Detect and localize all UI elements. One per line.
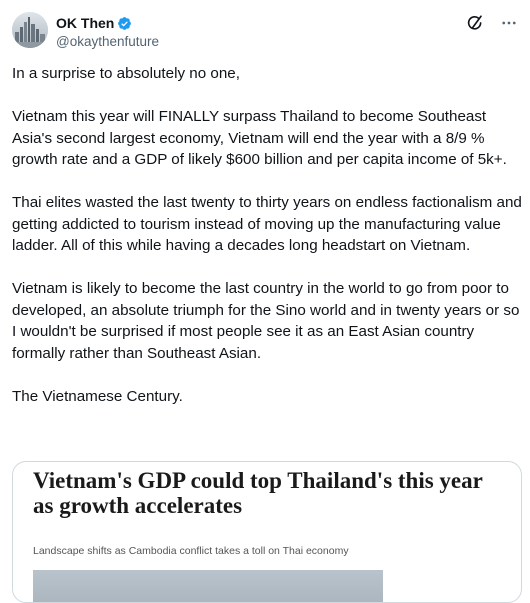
- header-actions: [466, 14, 518, 32]
- tweet-header: OK Then @okaythenfuture: [12, 12, 518, 54]
- tweet-paragraph: The Vietnamese Century.: [12, 387, 183, 405]
- tweet-paragraph: Thai elites wasted the last twenty to th…: [12, 194, 522, 254]
- verified-badge-icon[interactable]: [117, 16, 132, 31]
- article-headline: Vietnam's GDP could top Thailand's this …: [33, 468, 483, 518]
- display-name-row: OK Then: [56, 14, 159, 32]
- article-image: [33, 570, 383, 602]
- tweet-paragraph: In a surprise to absolutely no one,: [12, 65, 240, 82]
- author-handle[interactable]: @okaythenfuture: [56, 33, 159, 51]
- article-preview-card[interactable]: Vietnam's GDP could top Thailand's this …: [12, 461, 522, 603]
- tweet-paragraph: Vietnam is likely to become the last cou…: [12, 280, 520, 362]
- tweet-text: In a surprise to absolutely no one, Viet…: [12, 63, 524, 407]
- display-name[interactable]: OK Then: [56, 14, 114, 32]
- avatar[interactable]: [12, 12, 48, 48]
- author-names: OK Then @okaythenfuture: [56, 14, 159, 51]
- article-subheadline: Landscape shifts as Cambodia conflict ta…: [33, 545, 349, 557]
- tweet-paragraph: Vietnam this year will FINALLY surpass T…: [12, 108, 507, 168]
- more-icon[interactable]: [500, 14, 518, 32]
- city-skyline-avatar-icon: [12, 12, 48, 48]
- grok-icon[interactable]: [466, 14, 484, 32]
